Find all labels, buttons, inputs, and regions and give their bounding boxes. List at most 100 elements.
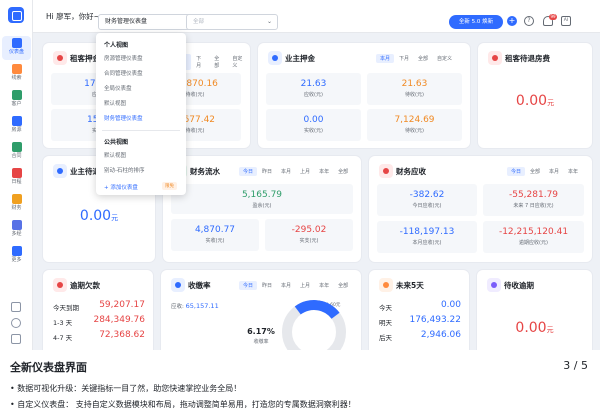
refund-icon — [53, 164, 67, 178]
tab-custom[interactable]: 自定义 — [433, 54, 456, 63]
slide-caption: 全新仪表盘界面 3 / 5 • 数据可视化升级：关键指标一目了然，助您快速掌控业… — [0, 350, 600, 415]
tab-all[interactable]: 全部 — [334, 167, 352, 176]
deposit-icon — [53, 51, 67, 65]
phone-icon[interactable] — [11, 302, 21, 312]
dropdown-item[interactable]: 别动-石柱的排序 — [104, 166, 145, 174]
sidebar-item-customers[interactable]: 客户 — [2, 88, 31, 112]
dropdown-item[interactable]: 默认视图 — [104, 99, 126, 107]
sidebar-item-finance[interactable]: 财务 — [2, 192, 31, 216]
page-indicator: 3 / 5 — [563, 359, 588, 372]
period-tabs: 今日 昨日 本月 上月 本年 全部 — [239, 167, 352, 176]
tab-all[interactable]: 全部 — [210, 54, 227, 70]
tab-this-month[interactable]: 本月 — [277, 167, 295, 176]
row-value: 2,946.06 — [420, 330, 461, 340]
dropdown-item[interactable]: 默认视图 — [104, 151, 126, 159]
tab-this-year[interactable]: 本年 — [315, 167, 333, 176]
tab-today[interactable]: 今日 — [239, 167, 258, 176]
finance-icon — [11, 194, 22, 204]
card-title: 租客待退房费 — [505, 54, 550, 63]
divider — [102, 130, 180, 131]
big-value: 0.00元 — [515, 93, 555, 109]
sidebar-item-dashboard[interactable]: 仪表盘 — [2, 36, 31, 60]
row-label: 1-3 天 — [53, 319, 73, 327]
period-tabs: 今日 昨日 本月 上月 本年 全部 — [239, 281, 352, 290]
tab-last-month[interactable]: 上月 — [296, 281, 314, 290]
sidebar-item-leads[interactable]: 线索 — [2, 62, 31, 86]
row-label: 4-7 天 — [53, 334, 73, 342]
stat-box: 21.63 应收(元) — [266, 73, 361, 105]
tab-this-month[interactable]: 本月 — [545, 167, 563, 176]
card-title: 业主押金 — [285, 54, 315, 63]
sidebar-item-schedule[interactable]: 日程 — [2, 166, 31, 190]
big-value: 0.00元 — [515, 320, 554, 336]
caption-bullet: • 自定义仪表盘： 支持自定义数据模块和布局，拖动调整简单易用，打造您的专属数据… — [10, 400, 356, 409]
stat-box: -295.02 实支(元) — [265, 219, 353, 251]
calendar-icon — [379, 278, 393, 292]
stat-box: 0.00 实收(元) — [266, 109, 361, 141]
add-icon[interactable]: + — [507, 16, 517, 26]
sidebar-item-contracts[interactable]: 合同 — [2, 140, 31, 164]
calendar-icon — [11, 168, 22, 178]
caption-bullet: • 数据可视化升级：关键指标一目了然，助您快速掌控业务全局！ — [10, 384, 242, 393]
card-overdue: 逾期欠款 今天到期 59,207.17 1-3 天 284,349.76 4-7… — [43, 270, 153, 350]
sidebar: 仪表盘 线索 客户 房源 合同 日程 财务 多经 更多 — [0, 0, 33, 350]
collapse-icon[interactable] — [11, 334, 21, 344]
ai-icon[interactable]: AI — [561, 16, 571, 26]
dropdown-section-header: 个人视图 — [104, 42, 129, 49]
card-tenant-rent-due: 租客待退房费 0.00元 — [478, 43, 592, 148]
tab-yesterday[interactable]: 昨日 — [258, 167, 276, 176]
card-owner-deposit: 业主押金 本月 下月 全部 自定义 21.63 应收(元) 21.63 待收(元) … — [258, 43, 470, 148]
app-screenshot: 仪表盘 线索 客户 房源 合同 日程 财务 多经 更多 Hi 廖军，你好~ 财务… — [0, 0, 600, 350]
card-title: 未来5天 — [396, 281, 424, 290]
tab-custom[interactable]: 自定义 — [228, 54, 250, 70]
dropdown-section-header: 公共视图 — [104, 139, 129, 146]
tab-next-month[interactable]: 下月 — [192, 54, 209, 70]
dropdown-item-selected[interactable]: 财务管理仪表盘 — [104, 114, 143, 122]
tab-all[interactable]: 全部 — [334, 281, 352, 290]
tab-all[interactable]: 全部 — [526, 167, 544, 176]
period-tabs: 本月 下月 全部 自定义 — [376, 54, 456, 63]
row-value: 72,368.62 — [99, 330, 145, 340]
tab-next-month[interactable]: 下月 — [395, 54, 413, 63]
tab-all[interactable]: 全部 — [414, 54, 432, 63]
tab-this-month[interactable]: 本月 — [376, 54, 395, 63]
tab-this-month[interactable]: 本月 — [277, 281, 295, 290]
stat-box: -12,215,120.41 逾期应收(元) — [483, 221, 584, 253]
tab-this-year[interactable]: 本年 — [315, 281, 333, 290]
row-label: 明天 — [379, 319, 392, 327]
dropdown-item[interactable]: 全局仪表盘 — [104, 84, 132, 92]
tab-last-month[interactable]: 上月 — [296, 167, 314, 176]
sidebar-item-more[interactable]: 更多 — [2, 244, 31, 268]
help-icon[interactable] — [11, 318, 21, 328]
notification-badge: 99 — [549, 14, 557, 20]
customers-icon — [11, 90, 22, 100]
row-value: 59,207.17 — [99, 300, 145, 310]
dashboard-dropdown-menu: 个人视图 房源管理仪表盘 合同管理仪表盘 全局仪表盘 默认视图 财务管理仪表盘 … — [96, 33, 186, 195]
dropdown-item[interactable]: 合同管理仪表盘 — [104, 69, 143, 77]
contracts-icon — [11, 142, 22, 152]
help-icon[interactable]: ? — [524, 16, 534, 26]
rooms-icon — [11, 116, 22, 126]
add-dashboard-button[interactable]: + 添加仪表盘 — [104, 183, 138, 191]
stat-box: -55,281.79 未来 7 日应收(元) — [483, 184, 584, 216]
row-label: 今天 — [379, 304, 392, 312]
tab-yesterday[interactable]: 昨日 — [258, 281, 276, 290]
sidebar-item-rooms[interactable]: 房源 — [2, 114, 31, 138]
card-title: 财务流水 — [190, 167, 220, 176]
scope-select[interactable]: 全部 ⌄ — [186, 14, 278, 30]
dropdown-item[interactable]: 房源管理仪表盘 — [104, 54, 143, 62]
rate-icon — [171, 278, 185, 292]
deposit-icon — [268, 51, 282, 65]
free-badge: 限免 — [162, 182, 177, 190]
sidebar-item-multi[interactable]: 多经 — [2, 218, 31, 242]
dashboard-icon — [11, 38, 22, 48]
receivable-icon — [379, 164, 393, 178]
leads-icon — [11, 64, 22, 74]
tab-today[interactable]: 今日 — [239, 281, 258, 290]
tab-this-year[interactable]: 本年 — [564, 167, 582, 176]
tab-today[interactable]: 今日 — [507, 167, 526, 176]
greeting-text: Hi 廖军，你好~ — [46, 12, 100, 21]
upgrade-button[interactable]: 全新 5.0 焕新 — [449, 15, 503, 29]
stat-box: -382.62 今日应收(元) — [377, 184, 477, 216]
card-receivable: 财务应收 今日 全部 本月 本年 -382.62 今日应收(元) -55,281.… — [369, 156, 592, 262]
